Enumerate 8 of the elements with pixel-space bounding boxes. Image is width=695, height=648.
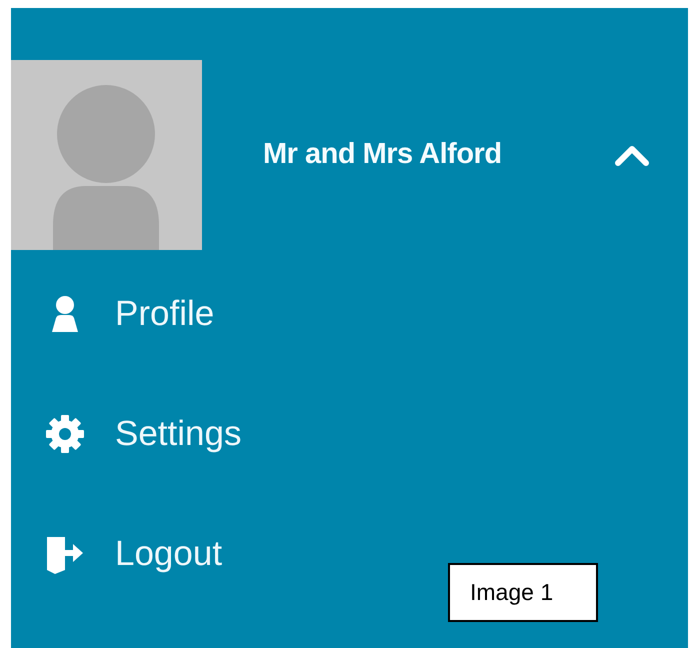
caption-label: Image 1 bbox=[448, 563, 598, 622]
user-name: Mr and Mrs Alford bbox=[263, 137, 502, 172]
menu-item[interactable]: Profile bbox=[11, 254, 214, 374]
chevron-up-icon[interactable] bbox=[614, 143, 650, 167]
gear-icon bbox=[45, 414, 85, 454]
menu-item[interactable]: Logout bbox=[11, 494, 222, 614]
menu-item[interactable]: Settings bbox=[11, 374, 242, 494]
exit-door-icon bbox=[45, 534, 85, 574]
